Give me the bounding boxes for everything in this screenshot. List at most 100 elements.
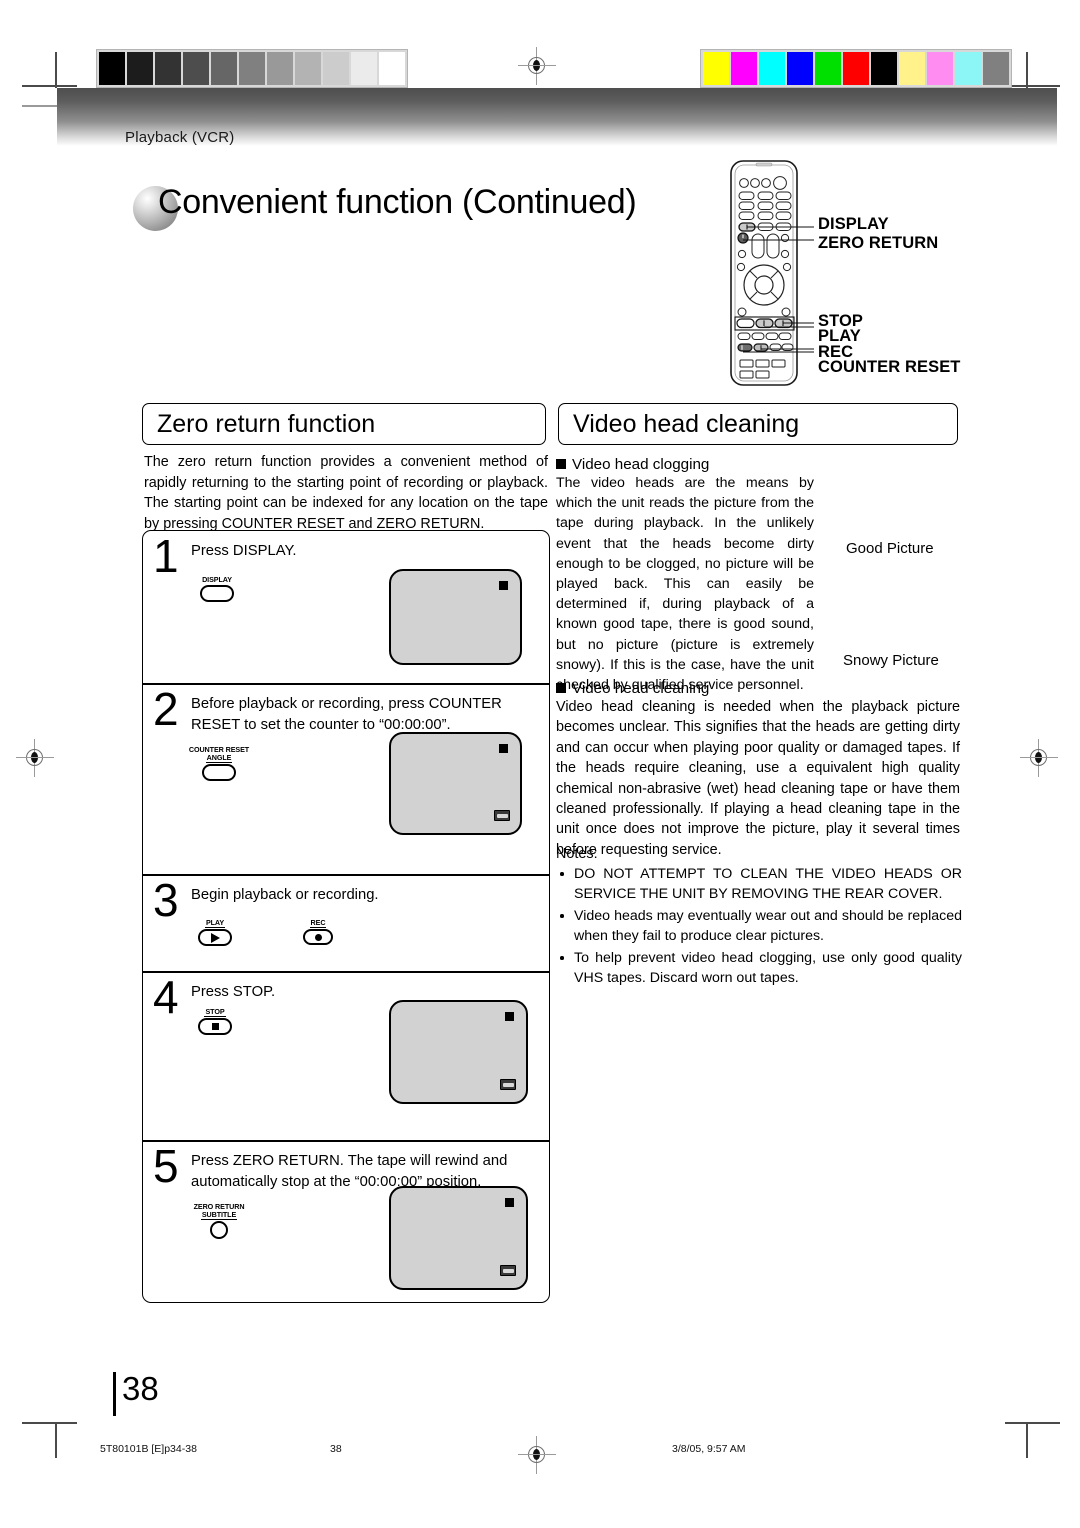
snowy-picture-caption: Snowy Picture xyxy=(843,652,939,669)
key-rec-button[interactable] xyxy=(303,929,333,946)
step-3-text: Begin playback or recording. xyxy=(191,887,379,903)
step-3: 3 Begin playback or recording. PLAY REC xyxy=(143,874,549,973)
key-display[interactable]: DISPLAY xyxy=(193,575,241,603)
key-counter-reset-button[interactable] xyxy=(202,764,236,782)
key-zero-return-caption: SUBTITLE xyxy=(200,1210,238,1221)
record-icon xyxy=(314,933,322,941)
key-stop-button[interactable] xyxy=(198,1018,232,1036)
note-item-1: DO NOT ATTEMPT TO CLEAN THE VIDEO HEADS … xyxy=(556,865,962,904)
square-bullet-icon xyxy=(556,683,566,693)
calibration-swatch-8 xyxy=(323,52,349,85)
bullet-dot-icon xyxy=(560,914,564,918)
calibration-swatch-4 xyxy=(815,52,841,85)
registration-mark-right xyxy=(1020,739,1058,777)
osd-cassette-icon xyxy=(494,810,510,821)
zero-return-intro: The zero return function provides a conv… xyxy=(144,454,548,532)
step-1-number: 1 xyxy=(153,530,179,582)
subheading-video-head-clogging-label: Video head clogging xyxy=(572,456,710,473)
step-1: 1 Press DISPLAY. DISPLAY xyxy=(143,530,549,685)
step-3-number: 3 xyxy=(153,874,179,926)
registration-mark-bottom xyxy=(518,1436,556,1474)
calibration-swatch-4 xyxy=(211,52,237,85)
calibration-swatch-1 xyxy=(731,52,757,85)
key-display-caption: DISPLAY xyxy=(202,575,232,584)
step-2-number: 2 xyxy=(153,683,179,735)
registration-mark-left xyxy=(16,739,54,777)
key-rec-caption: REC xyxy=(309,918,327,929)
crop-mark-top-right-v xyxy=(1026,52,1028,88)
note-item-3: To help prevent video head clogging, use… xyxy=(556,949,962,988)
section-heading-video-head-cleaning: Video head cleaning xyxy=(558,403,958,445)
key-rec[interactable]: REC xyxy=(296,918,340,946)
calibration-swatch-9 xyxy=(955,52,981,85)
notes-block: Notes: DO NOT ATTEMPT TO CLEAN THE VIDEO… xyxy=(556,838,962,989)
crop-mark-bottom-right-h xyxy=(1005,1422,1060,1424)
calibration-swatch-3 xyxy=(183,52,209,85)
square-bullet-icon xyxy=(556,459,566,469)
breadcrumb: Playback (VCR) xyxy=(125,129,235,146)
play-icon xyxy=(210,932,220,943)
key-zero-return-button[interactable] xyxy=(210,1221,228,1240)
osd-stop-indicator-icon xyxy=(499,744,508,753)
calibration-swatch-2 xyxy=(759,52,785,85)
key-counter-reset-caption: ANGLE xyxy=(205,753,233,764)
crop-mark-bottom-left-v xyxy=(55,1422,57,1458)
crop-mark-bottom-left-h xyxy=(22,1422,77,1424)
registration-mark-top xyxy=(518,47,556,85)
key-counter-reset[interactable]: COUNTER RESET ANGLE xyxy=(183,745,255,782)
calibration-swatch-5 xyxy=(239,52,265,85)
tv-screen-step-5 xyxy=(389,1186,528,1290)
key-stop-caption: STOP xyxy=(204,1007,226,1018)
page-number-rule xyxy=(113,1372,116,1416)
key-zero-return[interactable]: ZERO RETURN SUBTITLE xyxy=(183,1202,255,1240)
crop-mark-top-left-h xyxy=(22,85,77,87)
page-number: 38 xyxy=(122,1370,159,1407)
key-stop[interactable]: STOP xyxy=(191,1007,239,1036)
calibration-swatch-9 xyxy=(351,52,377,85)
step-2-text: Before playback or recording, press COUN… xyxy=(191,696,502,733)
notes-label: Notes: xyxy=(556,846,598,862)
tv-screen-step-4 xyxy=(389,1000,528,1104)
calibration-swatch-2 xyxy=(155,52,181,85)
footer-job-code: 5T80101B [E]p34-38 xyxy=(100,1443,197,1455)
stop-icon xyxy=(211,1023,219,1031)
remote-control-illustration xyxy=(722,157,814,389)
step-1-text: Press DISPLAY. xyxy=(191,543,297,559)
osd-cassette-icon xyxy=(500,1265,516,1276)
section-heading-zero-return-label: Zero return function xyxy=(157,409,376,438)
osd-stop-indicator-icon xyxy=(505,1012,514,1021)
key-play-button[interactable] xyxy=(198,929,232,947)
step-4: 4 Press STOP. STOP xyxy=(143,971,549,1142)
calibration-swatch-8 xyxy=(927,52,953,85)
remote-label-display: DISPLAY xyxy=(818,215,889,233)
video-head-clogging-body: The video heads are the means by which t… xyxy=(556,475,814,694)
page-title: Convenient function (Continued) xyxy=(158,183,637,221)
calibration-swatch-5 xyxy=(843,52,869,85)
calibration-swatch-7 xyxy=(295,52,321,85)
grayscale-calibration-bar xyxy=(96,49,408,88)
bullet-dot-icon xyxy=(560,872,564,876)
tv-screen-step-2 xyxy=(389,732,522,835)
calibration-swatch-6 xyxy=(267,52,293,85)
crop-mark-bottom-right-v xyxy=(1026,1422,1028,1458)
step-5-number: 5 xyxy=(153,1140,179,1192)
good-picture-caption: Good Picture xyxy=(846,540,934,557)
footer-timestamp: 3/8/05, 9:57 AM xyxy=(672,1443,746,1455)
key-play-caption: PLAY xyxy=(204,918,226,929)
tv-screen-step-1 xyxy=(389,569,522,665)
osd-stop-indicator-icon xyxy=(505,1198,514,1207)
key-play[interactable]: PLAY xyxy=(191,918,239,947)
note-item-3-text: To help prevent video head clogging, use… xyxy=(574,950,962,986)
note-item-1-text: DO NOT ATTEMPT TO CLEAN THE VIDEO HEADS … xyxy=(574,866,962,902)
step-4-number: 4 xyxy=(153,971,179,1023)
subheading-video-head-cleaning: Video head cleaning xyxy=(556,679,856,699)
remote-label-counter-reset: COUNTER RESET xyxy=(818,358,961,376)
calibration-swatch-3 xyxy=(787,52,813,85)
crop-mark-top-left-v xyxy=(55,52,57,88)
calibration-swatch-10 xyxy=(379,52,405,85)
manual-page: Playback (VCR) Convenient function (Cont… xyxy=(0,0,1080,1528)
note-item-2-text: Video heads may eventually wear out and … xyxy=(574,908,962,944)
step-5: 5 Press ZERO RETURN. The tape will rewin… xyxy=(143,1141,549,1301)
subheading-video-head-clogging: Video head clogging xyxy=(556,455,856,475)
key-display-button[interactable] xyxy=(200,585,234,603)
